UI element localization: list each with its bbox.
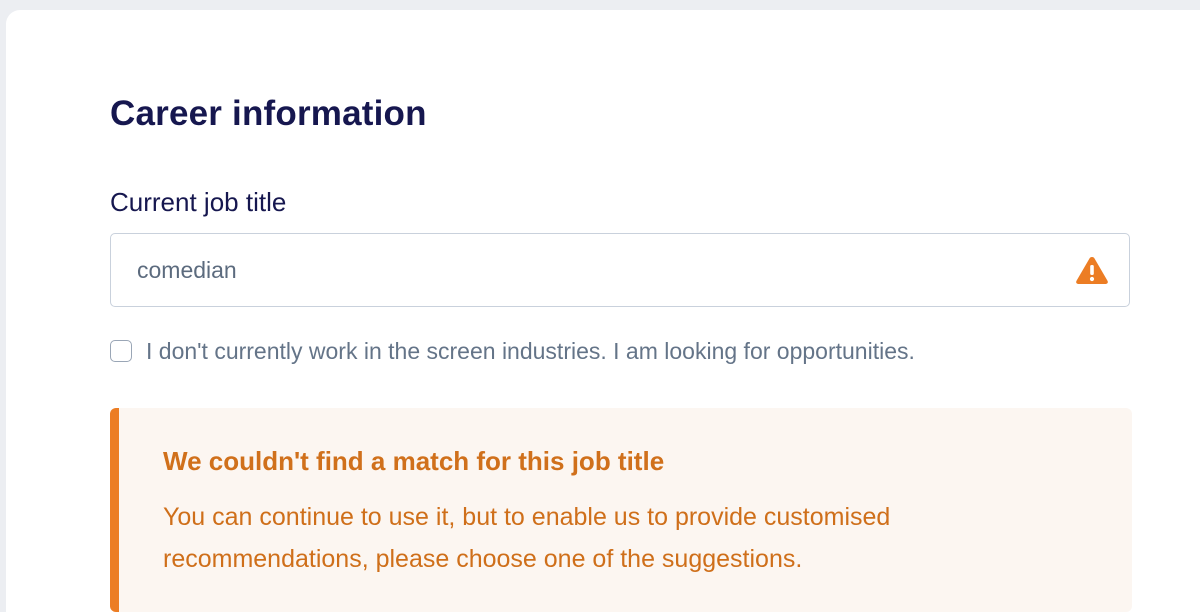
career-form-card: Career information Current job title I d… <box>6 10 1200 612</box>
not-in-industry-checkbox[interactable] <box>110 340 132 362</box>
not-in-industry-label: I don't currently work in the screen ind… <box>146 338 915 364</box>
job-title-field[interactable] <box>110 233 1130 307</box>
no-match-alert: We couldn't find a match for this job ti… <box>110 408 1132 612</box>
job-title-label: Current job title <box>110 187 287 217</box>
warning-triangle-icon <box>1076 257 1108 284</box>
section-title: Career information <box>110 94 427 133</box>
alert-title: We couldn't find a match for this job ti… <box>163 446 665 476</box>
job-title-input[interactable] <box>137 234 1037 306</box>
alert-message: You can continue to use it, but to enabl… <box>163 503 891 573</box>
not-in-industry-option[interactable]: I don't currently work in the screen ind… <box>110 334 915 368</box>
